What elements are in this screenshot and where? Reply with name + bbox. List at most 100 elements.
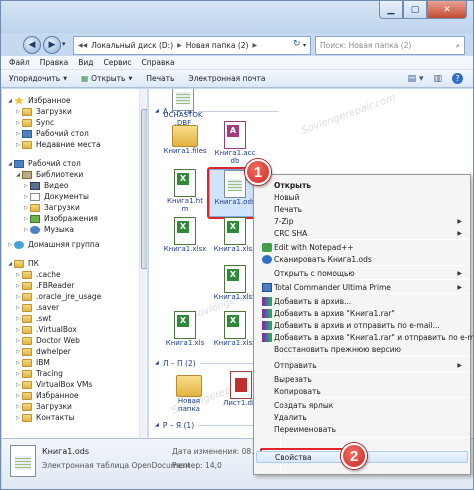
nav-item[interactable]: ▷ Контакты xyxy=(14,412,75,423)
context-menu-item[interactable]: Переименовать xyxy=(256,423,468,435)
context-menu-item[interactable]: Открыть xyxy=(256,179,468,191)
expand-icon[interactable]: ▷ xyxy=(14,283,22,289)
organize-button[interactable]: Упорядочить ▼ xyxy=(9,74,67,83)
menu-help[interactable]: Справка xyxy=(142,58,175,67)
nav-item[interactable]: ▷ Избранное xyxy=(14,390,79,401)
breadcrumb-folder[interactable]: Новая папка (2) xyxy=(186,41,249,50)
expand-icon[interactable]: ▷ xyxy=(14,294,22,300)
breadcrumb-drive[interactable]: Локальный диск (D:) xyxy=(91,41,173,50)
nav-item[interactable]: ▷ Видео xyxy=(22,180,68,191)
expand-icon[interactable]: ▷ xyxy=(14,382,22,388)
file-item[interactable]: Новая папка xyxy=(163,371,215,419)
nav-item[interactable]: ▷ Загрузки xyxy=(14,401,72,412)
nav-item[interactable]: ◢ Рабочий стол xyxy=(6,158,81,169)
nav-scrollbar[interactable] xyxy=(139,89,147,438)
nav-item[interactable]: ▷ Недавние места xyxy=(14,139,101,150)
file-item[interactable]: Книга1.xls xyxy=(159,311,211,359)
close-button[interactable]: ✕ xyxy=(427,1,467,19)
expand-icon[interactable]: ▷ xyxy=(14,404,22,410)
expand-icon[interactable]: ◢ xyxy=(14,172,22,178)
expand-icon[interactable]: ▷ xyxy=(14,109,22,115)
nav-scroll-thumb[interactable] xyxy=(141,109,147,269)
context-menu-item[interactable]: Добавить в архив "Книга1.rar" xyxy=(256,307,468,319)
context-menu-item[interactable]: Сканировать Книга1.ods xyxy=(256,253,468,265)
nav-item[interactable]: ▷ Загрузки xyxy=(14,106,72,117)
file-item[interactable]: Книга1.files xyxy=(159,121,211,169)
nav-item[interactable]: ▷ .cache xyxy=(14,269,61,280)
context-menu-item[interactable]: 7-Zip ▶ xyxy=(256,215,468,227)
nav-item[interactable]: ▷ .swt xyxy=(14,313,51,324)
context-menu-item[interactable]: Открыть с помощью ▶ xyxy=(256,267,468,279)
nav-item[interactable]: ▷ .oracle_jre_usage xyxy=(14,291,101,302)
nav-item[interactable]: ▷ Изображения xyxy=(22,213,98,224)
context-menu-item[interactable]: CRC SHA ▶ xyxy=(256,227,468,239)
nav-item[interactable]: ▷ Doctor Web xyxy=(14,335,80,346)
nav-item[interactable]: ▷ Загрузки xyxy=(22,202,80,213)
menu-file[interactable]: Файл xyxy=(9,58,30,67)
preview-pane-icon[interactable]: ▥ xyxy=(433,74,442,84)
nav-item[interactable]: ▷ Музыка xyxy=(22,224,74,235)
expand-icon[interactable]: ▷ xyxy=(14,316,22,322)
expand-icon[interactable]: ▷ xyxy=(22,205,30,211)
context-menu-item[interactable]: Отправить ▶ xyxy=(256,359,468,371)
nav-item[interactable]: ▷ Домашняя группа xyxy=(6,239,99,250)
expand-icon[interactable]: ▷ xyxy=(14,371,22,377)
back-button[interactable]: ◀ xyxy=(23,36,41,54)
nav-item[interactable]: ▷ Документы xyxy=(22,191,89,202)
nav-item[interactable]: ▷ dwhelper xyxy=(14,346,71,357)
expand-icon[interactable]: ▷ xyxy=(22,194,30,200)
context-menu-item[interactable]: Печать xyxy=(256,203,468,215)
email-button[interactable]: Электронная почта xyxy=(188,74,265,83)
context-menu-item[interactable]: Восстановить прежнюю версию xyxy=(256,343,468,355)
minimize-button[interactable]: ▁ xyxy=(379,1,403,19)
menu-edit[interactable]: Правка xyxy=(40,58,69,67)
expand-icon[interactable]: ▷ xyxy=(14,131,22,137)
file-item[interactable]: Книга1.xlsx xyxy=(159,217,211,265)
expand-icon[interactable]: ▷ xyxy=(22,216,30,222)
expand-icon[interactable]: ◢ xyxy=(6,261,14,267)
expand-icon[interactable]: ▷ xyxy=(14,393,22,399)
nav-item[interactable]: ▷ .VirtualBox xyxy=(14,324,77,335)
refresh-icon[interactable]: ↻ xyxy=(293,39,301,49)
expand-icon[interactable]: ▷ xyxy=(14,305,22,311)
context-menu-item[interactable]: Создать ярлык xyxy=(256,399,468,411)
nav-item[interactable]: ▷ VirtualBox VMs xyxy=(14,379,92,390)
expand-icon[interactable]: ▷ xyxy=(22,227,30,233)
print-button[interactable]: Печать xyxy=(146,74,174,83)
context-menu-item[interactable]: Total Commander Ultima Prime ▶ xyxy=(256,281,468,293)
nav-item[interactable]: ▷ .saver xyxy=(14,302,59,313)
forward-button[interactable]: ▶ xyxy=(43,36,61,54)
nav-item[interactable]: ◢ Избранное xyxy=(6,95,71,106)
menu-tools[interactable]: Сервис xyxy=(104,58,132,67)
expand-icon[interactable]: ◢ xyxy=(6,98,14,104)
context-menu-item[interactable]: Удалить xyxy=(256,411,468,423)
nav-item[interactable]: ◢ Библиотеки xyxy=(14,169,83,180)
view-options-icon[interactable]: ▤ ▾ xyxy=(408,74,424,84)
menu-view[interactable]: Вид xyxy=(78,58,93,67)
address-dropdown-icon[interactable]: ▾ xyxy=(303,42,306,49)
context-menu-item[interactable]: Добавить в архив "Книга1.rar" и отправит… xyxy=(256,331,473,343)
nav-item[interactable]: ▷ IBM xyxy=(14,357,50,368)
maximize-button[interactable]: ▢ xyxy=(403,1,427,19)
nav-item[interactable]: ▷ .FBReader xyxy=(14,280,74,291)
recent-pages-dropdown[interactable]: ▾ xyxy=(62,40,66,48)
open-button[interactable]: ▦ Открыть ▼ xyxy=(81,74,132,83)
file-item[interactable]: Книга1.htm xyxy=(159,169,211,217)
expand-icon[interactable]: ▷ xyxy=(14,349,22,355)
expand-icon[interactable]: ▷ xyxy=(14,272,22,278)
context-menu-item[interactable]: Добавить в архив и отправить по e-mail..… xyxy=(256,319,468,331)
nav-item[interactable]: ▷ Рабочий стол xyxy=(14,128,89,139)
expand-icon[interactable]: ▷ xyxy=(14,327,22,333)
nav-item[interactable]: ▷ Tracing xyxy=(14,368,63,379)
context-menu-item[interactable]: Вырезать xyxy=(256,373,468,385)
search-input[interactable]: Поиск: Новая папка (2) ⌕ xyxy=(315,36,465,55)
expand-icon[interactable]: ◢ xyxy=(6,161,14,167)
expand-icon[interactable]: ▷ xyxy=(14,338,22,344)
nav-item[interactable]: ◢ ПК xyxy=(6,258,39,269)
help-icon[interactable]: ? xyxy=(452,73,463,84)
context-menu-item[interactable]: Копировать xyxy=(256,385,468,397)
context-menu-item[interactable]: Новый xyxy=(256,191,468,203)
expand-icon[interactable]: ▷ xyxy=(14,360,22,366)
nav-item[interactable]: ▷ Sync xyxy=(14,117,54,128)
expand-icon[interactable]: ▷ xyxy=(14,142,22,148)
